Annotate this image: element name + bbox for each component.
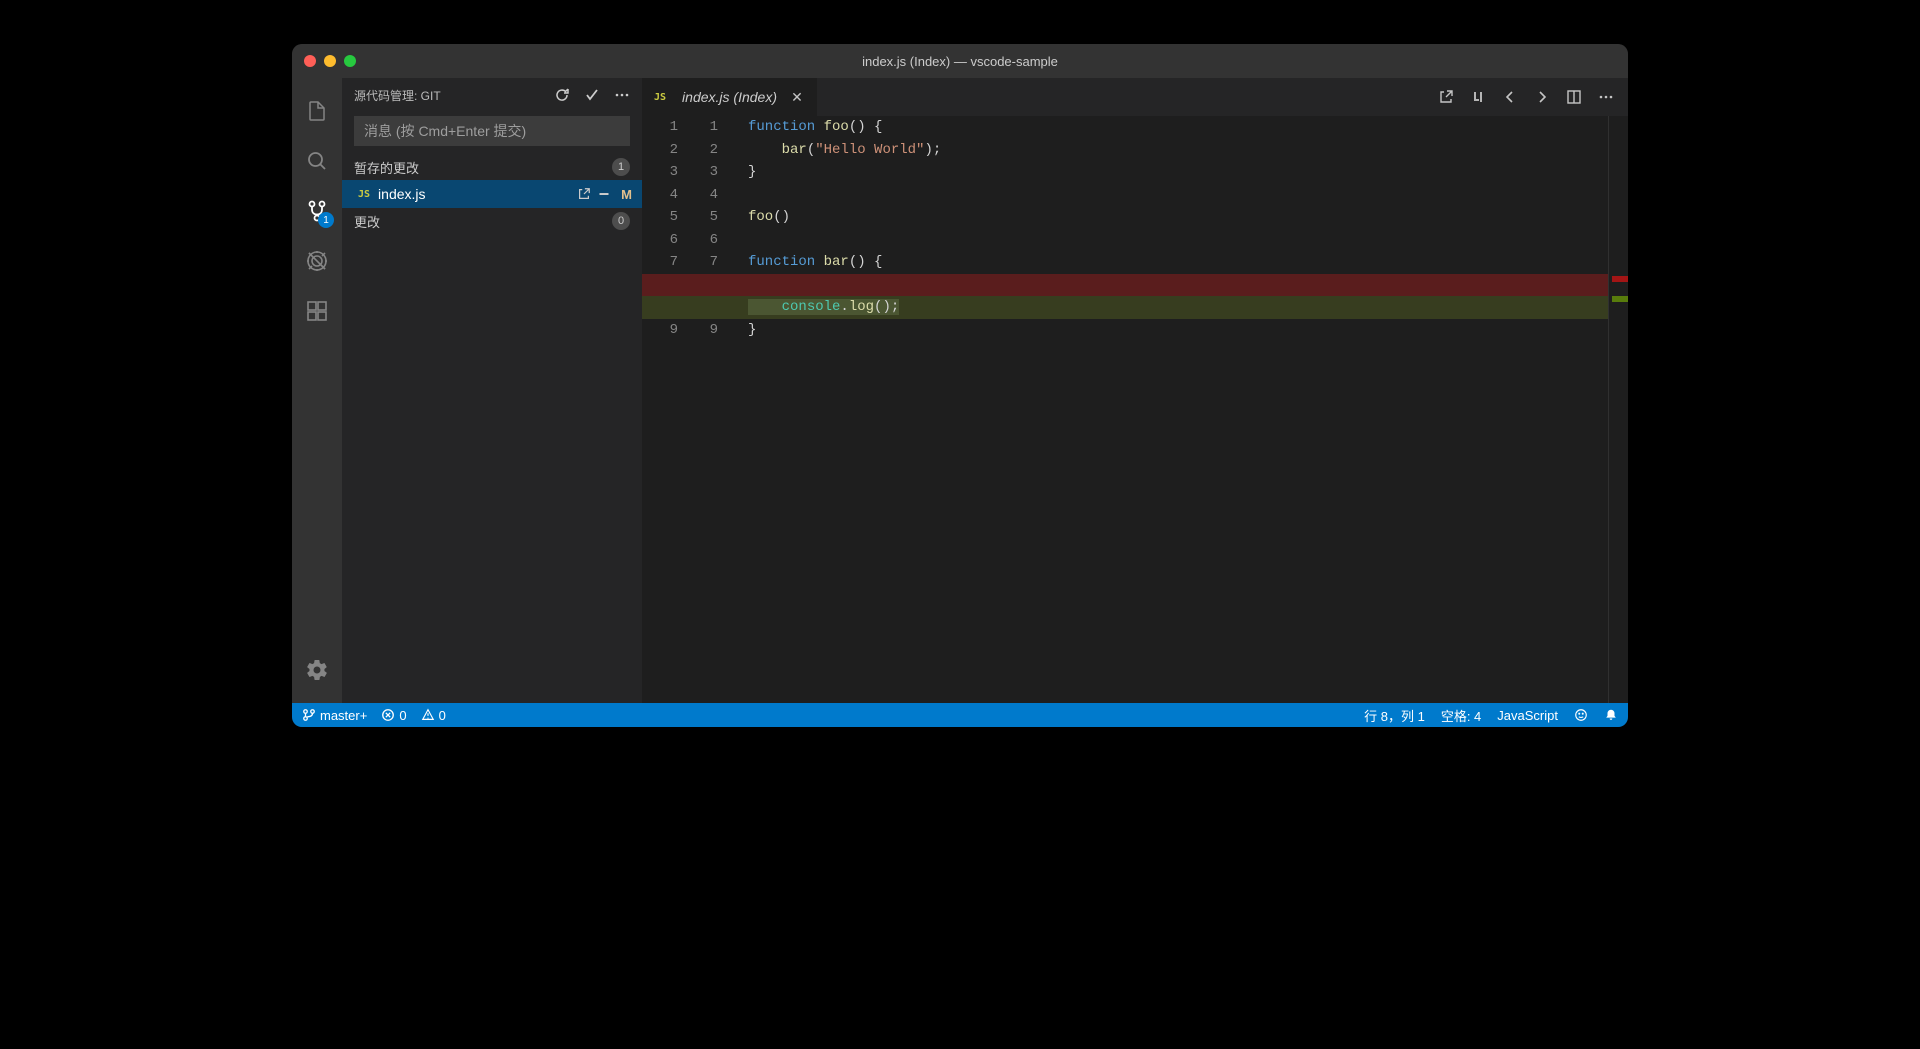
indent-indicator[interactable]: 空格: 4 bbox=[1441, 706, 1481, 725]
diff-markers: −+ bbox=[728, 116, 742, 703]
refresh-icon[interactable] bbox=[554, 87, 570, 103]
errors-indicator[interactable]: 0 bbox=[381, 708, 406, 723]
sidebar-title: 源代码管理: GIT bbox=[354, 87, 441, 104]
forward-arrow-icon[interactable] bbox=[1534, 89, 1550, 105]
whitespace-icon[interactable] bbox=[1470, 89, 1486, 105]
notifications-icon[interactable] bbox=[1604, 708, 1618, 722]
goto-file-icon[interactable] bbox=[1438, 89, 1454, 105]
sidebar: 源代码管理: GIT 消息 (按 Cmd+Enter 提交) 暂存的更改 1 J… bbox=[342, 78, 642, 703]
sidebar-header: 源代码管理: GIT bbox=[342, 78, 642, 112]
staged-label: 暂存的更改 bbox=[354, 158, 419, 177]
titlebar: index.js (Index) — vscode-sample bbox=[292, 44, 1628, 78]
cursor-position[interactable]: 行 8，列 1 bbox=[1364, 706, 1425, 725]
back-arrow-icon[interactable] bbox=[1502, 89, 1518, 105]
staged-count: 1 bbox=[612, 158, 630, 176]
scm-badge: 1 bbox=[318, 212, 334, 228]
js-file-icon: JS bbox=[358, 189, 370, 200]
commit-icon[interactable] bbox=[584, 87, 600, 103]
main-body: 1 源代码管理: GIT 消息 (按 C bbox=[292, 78, 1628, 703]
extensions-icon[interactable] bbox=[292, 286, 342, 336]
tabs-row: JS index.js (Index) ✕ bbox=[642, 78, 1628, 116]
error-icon bbox=[381, 708, 395, 722]
editor-actions bbox=[1438, 89, 1628, 105]
tab-label: index.js (Index) bbox=[682, 89, 777, 105]
unstage-icon[interactable]: − bbox=[599, 185, 610, 203]
explorer-icon[interactable] bbox=[292, 86, 342, 136]
maximize-window-button[interactable] bbox=[344, 55, 356, 67]
editor-area: JS index.js (Index) ✕ 123456789 12 bbox=[642, 78, 1628, 703]
file-status-m: M bbox=[621, 187, 632, 202]
feedback-icon[interactable] bbox=[1574, 708, 1588, 722]
line-numbers-modified: 123456789 bbox=[684, 116, 728, 703]
branch-indicator[interactable]: master+ bbox=[302, 708, 367, 723]
minimap-added-marker bbox=[1612, 296, 1628, 302]
code-content[interactable]: function foo() { bar("Hello World");}foo… bbox=[742, 116, 1608, 703]
file-name: index.js bbox=[378, 186, 425, 202]
window-title: index.js (Index) — vscode-sample bbox=[292, 54, 1628, 69]
changes-label: 更改 bbox=[354, 212, 380, 231]
minimize-window-button[interactable] bbox=[324, 55, 336, 67]
js-file-icon: JS bbox=[654, 92, 666, 103]
warnings-count: 0 bbox=[439, 708, 446, 723]
changes-section[interactable]: 更改 0 bbox=[342, 208, 642, 234]
file-row-indexjs[interactable]: JS index.js − M bbox=[342, 180, 642, 208]
more-actions-icon[interactable] bbox=[1598, 89, 1614, 105]
language-mode[interactable]: JavaScript bbox=[1497, 708, 1558, 723]
settings-gear-icon[interactable] bbox=[292, 645, 342, 695]
warning-icon bbox=[421, 708, 435, 722]
code-area[interactable]: 123456789 123456789 −+ function foo() { … bbox=[642, 116, 1628, 703]
status-bar: master+ 0 0 行 8，列 1 空格: 4 JavaScript bbox=[292, 703, 1628, 727]
more-icon[interactable] bbox=[614, 87, 630, 103]
source-control-icon[interactable]: 1 bbox=[292, 186, 342, 236]
minimap-removed-marker bbox=[1612, 276, 1628, 282]
window: index.js (Index) — vscode-sample 1 bbox=[292, 44, 1628, 727]
staged-changes-section[interactable]: 暂存的更改 1 bbox=[342, 154, 642, 180]
branch-name: master+ bbox=[320, 708, 367, 723]
errors-count: 0 bbox=[399, 708, 406, 723]
branch-icon bbox=[302, 708, 316, 722]
close-window-button[interactable] bbox=[304, 55, 316, 67]
tab-indexjs[interactable]: JS index.js (Index) ✕ bbox=[642, 78, 818, 116]
open-file-icon[interactable] bbox=[577, 187, 591, 201]
activity-bar: 1 bbox=[292, 78, 342, 703]
commit-message-input[interactable]: 消息 (按 Cmd+Enter 提交) bbox=[354, 116, 630, 146]
debug-icon[interactable] bbox=[292, 236, 342, 286]
search-icon[interactable] bbox=[292, 136, 342, 186]
line-numbers-original: 123456789 bbox=[642, 116, 684, 703]
warnings-indicator[interactable]: 0 bbox=[421, 708, 446, 723]
traffic-lights bbox=[292, 55, 356, 67]
split-editor-icon[interactable] bbox=[1566, 89, 1582, 105]
changes-count: 0 bbox=[612, 212, 630, 230]
commit-placeholder: 消息 (按 Cmd+Enter 提交) bbox=[364, 121, 526, 141]
sidebar-actions bbox=[554, 87, 630, 103]
minimap[interactable] bbox=[1608, 116, 1628, 703]
close-tab-icon[interactable]: ✕ bbox=[789, 89, 805, 106]
